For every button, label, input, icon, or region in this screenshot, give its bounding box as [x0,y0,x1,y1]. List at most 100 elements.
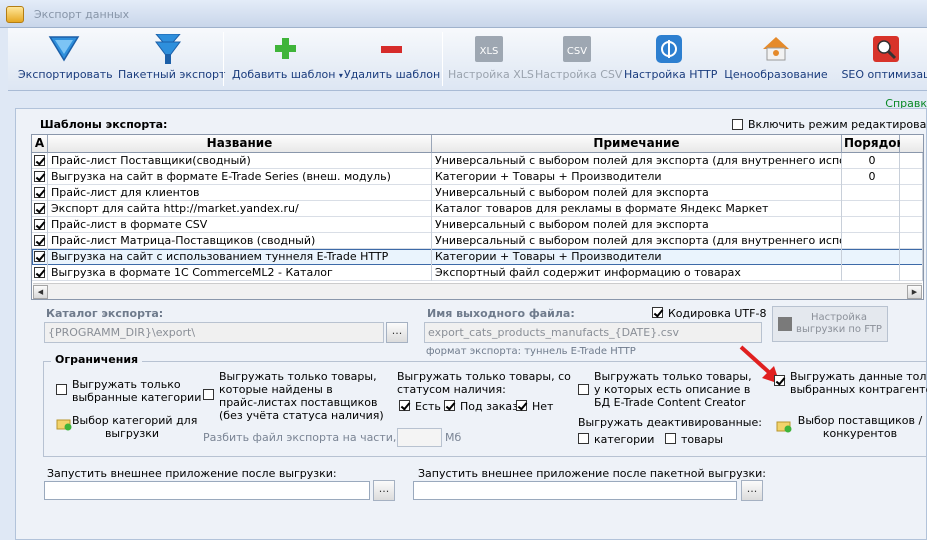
row-active-checkbox[interactable] [34,171,45,182]
after-batch-browse-button[interactable]: ... [741,480,763,501]
status-yes-checkbox[interactable] [399,400,410,411]
edit-mode-checkbox[interactable] [732,119,743,130]
templates-grid: А Название Примечание Порядок Прайс-лист… [31,134,924,300]
table-row[interactable]: Прайс-лист Матрица-Поставщиков (сводный)… [32,233,923,249]
choose-categories-button[interactable]: Выбор категорий для выгрузки [72,414,197,440]
after-export-input[interactable] [44,481,370,500]
xls-file-icon: XLS [475,36,503,62]
choose-categories-line2: выгрузки [104,427,160,440]
row-order-cell: 0 [842,153,900,169]
export-button[interactable]: Экспортировать [18,30,113,88]
row-active-cell[interactable] [32,217,48,233]
selected-suppliers-checkbox[interactable] [774,375,785,386]
deactivated-categories-checkbox[interactable] [578,433,589,444]
batch-export-label: Пакетный экспорт [118,68,226,81]
col-header-name[interactable]: Название [48,135,432,153]
row-active-checkbox[interactable] [34,267,45,278]
selected-suppliers-line1: Выгружать данные только [790,370,927,383]
status-no-checkbox[interactable] [516,400,527,411]
supplier-found-checkbox[interactable] [203,389,214,400]
svg-text:XLS: XLS [480,46,499,57]
scroll-left-icon[interactable]: ◀ [33,285,48,299]
ftp-settings-button[interactable]: Настройка выгрузки по FTP [772,306,888,342]
row-active-cell[interactable] [32,185,48,201]
selected-suppliers-line2: выбранных контрагентов [790,383,927,396]
row-note-cell: Универсальный с выбором полей для экспор… [432,217,842,233]
funnel-down-icon [48,36,80,62]
supplier-found-line3: прайс-листах поставщиков [219,396,378,409]
choose-suppliers-line2: конкурентов [822,427,898,440]
row-filler-cell [900,169,923,185]
pricing-button[interactable]: Ценообразование [721,30,831,88]
row-order-cell [842,185,900,201]
row-order-cell [842,265,900,281]
after-batch-input[interactable] [413,481,737,500]
batch-export-button[interactable]: Пакетный экспорт [118,30,226,88]
row-note-cell: Универсальный с выбором полей для экспор… [432,185,842,201]
choose-suppliers-button[interactable]: Выбор поставщиков / конкурентов [795,414,925,440]
row-active-checkbox[interactable] [34,235,45,246]
row-active-cell[interactable] [32,233,48,249]
row-active-checkbox[interactable] [34,203,45,214]
table-row[interactable]: Экспорт для сайта http://market.yandex.r… [32,201,923,217]
row-active-cell[interactable] [32,265,48,281]
deactivated-label: Выгружать деактивированные: [578,416,762,429]
delete-template-button[interactable]: Удалить шаблон [344,30,440,88]
xls-settings-label: Настройка XLS [448,68,534,81]
row-active-cell[interactable] [32,201,48,217]
utf8-checkbox[interactable] [652,307,663,318]
catalog-input[interactable]: {PROGRAMM_DIR}\export\ [44,322,384,343]
row-note-cell: Каталог товаров для рекламы в формате Ян… [432,201,842,217]
row-note-cell: Универсальный с выбором полей для экспор… [432,153,842,169]
after-export-browse-button[interactable]: ... [373,480,395,501]
deactivated-categories-label: категории [594,433,655,446]
split-input[interactable] [397,428,442,447]
col-header-active[interactable]: А [32,135,48,153]
etrade-desc-checkbox[interactable] [578,384,589,395]
row-order-cell [842,201,900,217]
col-header-note[interactable]: Примечание [432,135,842,153]
row-active-checkbox[interactable] [34,219,45,230]
table-row[interactable]: Прайс-лист Поставщики(сводный) Универсаль… [32,153,923,169]
table-row[interactable]: Прайс-лист для клиентов Универсальный с в… [32,185,923,201]
status-line1: Выгружать только товары, со [397,370,571,383]
status-order-checkbox[interactable] [444,400,455,411]
selected-categories-checkbox[interactable] [56,384,67,395]
col-header-filler [900,135,923,153]
svg-text:CSV: CSV [567,46,587,57]
csv-settings-button[interactable]: CSV Настройка CSV [535,30,622,88]
folder-add-icon [776,421,792,433]
row-filler-cell [900,217,923,233]
table-row[interactable]: Выгрузка на сайт в формате E-Trade Serie… [32,169,923,185]
row-note-cell: Категории + Товары + Производители [432,249,842,265]
output-file-input[interactable]: export_cats_products_manufacts_{DATE}.cs… [424,322,762,343]
xls-settings-button[interactable]: XLS Настройка XLS [448,30,534,88]
row-active-checkbox[interactable] [34,187,45,198]
catalog-browse-button[interactable]: ... [386,322,408,343]
supplier-found-line2: которые найдены в [219,383,333,396]
row-active-checkbox[interactable] [34,155,45,166]
row-active-cell[interactable] [32,249,48,265]
seo-button[interactable]: SEO оптимизац [836,30,927,88]
horizontal-scrollbar[interactable]: ◀ ▶ [33,283,922,299]
seo-label: SEO оптимизац [841,68,927,81]
limits-title: Ограничения [51,353,143,366]
add-template-button[interactable]: Добавить шаблон ▾ [232,30,343,88]
row-active-cell[interactable] [32,169,48,185]
table-row[interactable]: Выгрузка в формате 1C CommerceML2 - Ката… [32,265,923,281]
deactivated-products-checkbox[interactable] [665,433,676,444]
output-file-label: Имя выходного файла: [427,307,575,320]
table-row[interactable]: Выгрузка на сайт с использованием туннел… [32,249,923,265]
row-filler-cell [900,249,923,265]
row-active-checkbox[interactable] [34,251,45,262]
utf8-label: Кодировка UTF-8 [668,307,767,320]
row-active-cell[interactable] [32,153,48,169]
row-name-cell: Прайс-лист в формате CSV [48,217,432,233]
toolbar: Экспортировать Пакетный экспорт Добавить… [8,28,927,91]
http-settings-button[interactable]: Настройка HTTP [624,30,717,88]
export-format-note: формат экспорта: туннель E-Trade HTTP [426,346,636,357]
table-row[interactable]: Прайс-лист в формате CSV Универсальный с … [32,217,923,233]
col-header-order[interactable]: Порядок [842,135,905,153]
scroll-right-icon[interactable]: ▶ [907,285,922,299]
ftp-label-line1: Настройка [810,312,868,323]
